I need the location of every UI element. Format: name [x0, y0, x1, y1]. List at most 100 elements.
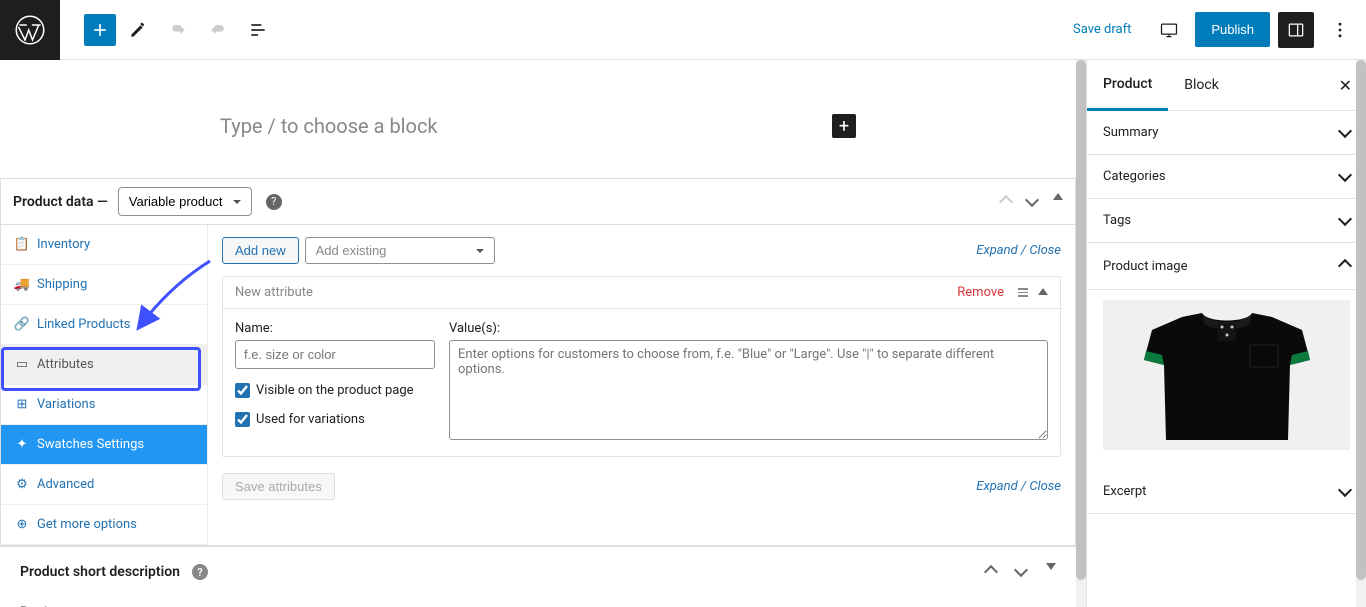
panel-summary[interactable]: Summary — [1087, 111, 1366, 155]
attribute-name-input[interactable] — [235, 340, 435, 369]
attributes-panel-bottom: Save attributes Expand / Close — [222, 473, 1061, 500]
attribute-card-header: New attribute Remove — [223, 277, 1060, 309]
scrollbar-thumb[interactable] — [1356, 60, 1366, 580]
panel-excerpt[interactable]: Excerpt — [1087, 470, 1366, 514]
attribute-title: New attribute — [235, 285, 313, 300]
move-up-icon[interactable] — [986, 563, 996, 581]
publish-button[interactable]: Publish — [1195, 12, 1270, 47]
bottom-product-label: Product — [0, 597, 1076, 607]
variations-checkbox-row[interactable]: Used for variations — [235, 412, 435, 427]
toolbar-right: Save draft Publish — [1061, 12, 1366, 48]
swatches-icon: ✦ — [15, 437, 29, 452]
chevron-down-icon — [1340, 125, 1350, 140]
short-description-header: Product short description ? — [0, 546, 1076, 597]
scrollbar-thumb[interactable] — [1076, 60, 1086, 580]
name-label: Name: — [235, 321, 435, 336]
outline-icon[interactable] — [240, 12, 276, 48]
help-icon[interactable]: ? — [266, 194, 282, 210]
drag-handle-icon[interactable] — [1018, 288, 1028, 297]
product-data-tabs: 📋Inventory 🚚Shipping 🔗Linked Products ▭A… — [1, 225, 208, 545]
values-label: Value(s): — [449, 321, 1048, 336]
shirt-image — [1132, 305, 1322, 445]
tab-shipping[interactable]: 🚚Shipping — [1, 265, 207, 305]
chevron-down-icon — [1340, 169, 1350, 184]
help-icon[interactable]: ? — [192, 564, 208, 580]
add-new-attribute-button[interactable]: Add new — [222, 237, 299, 264]
variations-icon: ⊞ — [15, 397, 29, 412]
product-data-label: Product data — — [13, 194, 108, 210]
expand-close-link-bottom[interactable]: Expand / Close — [976, 479, 1061, 494]
sidebar-tabs: Product Block ✕ — [1087, 60, 1366, 111]
product-data-body: 📋Inventory 🚚Shipping 🔗Linked Products ▭A… — [1, 225, 1075, 545]
expand-close-link[interactable]: Expand / Close — [976, 243, 1061, 258]
move-down-icon[interactable] — [1016, 563, 1026, 581]
tab-advanced[interactable]: ⚙Advanced — [1, 465, 207, 505]
tab-more-options[interactable]: ⊕Get more options — [1, 505, 207, 545]
move-down-icon[interactable] — [1027, 193, 1037, 211]
panel-toggle-icon[interactable] — [1278, 12, 1314, 48]
attributes-panel-top: Add new Add existing Expand / Close — [222, 237, 1061, 264]
sidebar-tab-product[interactable]: Product — [1087, 60, 1168, 111]
attribute-values-textarea[interactable] — [449, 340, 1048, 440]
collapse-attr-icon[interactable] — [1038, 288, 1048, 295]
product-image-thumbnail[interactable] — [1103, 300, 1350, 450]
tab-swatches[interactable]: ✦Swatches Settings — [1, 425, 207, 465]
tab-linked-products[interactable]: 🔗Linked Products — [1, 305, 207, 345]
remove-attribute-button[interactable]: Remove — [957, 285, 1004, 300]
move-up-icon[interactable] — [1001, 193, 1011, 211]
save-draft-button[interactable]: Save draft — [1061, 14, 1143, 45]
advanced-icon: ⚙ — [15, 477, 29, 492]
visible-checkbox-row[interactable]: Visible on the product page — [235, 383, 435, 398]
block-placeholder[interactable]: Type / to choose a block — [220, 114, 832, 138]
attribute-body: Name: Visible on the product page Used f… — [223, 309, 1060, 456]
more-icon: ⊕ — [15, 517, 29, 532]
sidebar-scrollbar[interactable] — [1356, 60, 1366, 607]
short-desc-controls — [986, 563, 1056, 581]
tab-inventory[interactable]: 📋Inventory — [1, 225, 207, 265]
visible-checkbox[interactable] — [235, 383, 250, 398]
top-toolbar: Save draft Publish — [0, 0, 1366, 60]
settings-sidebar: Product Block ✕ Summary Categories Tags … — [1086, 60, 1366, 607]
add-block-button[interactable] — [84, 14, 116, 46]
short-desc-label: Product short description — [20, 564, 180, 580]
panel-categories[interactable]: Categories — [1087, 155, 1366, 199]
layout: Type / to choose a block + Product data … — [0, 60, 1366, 607]
product-type-select[interactable]: Variable product — [118, 187, 252, 216]
attributes-panel: Add new Add existing Expand / Close New … — [208, 225, 1075, 545]
tab-variations[interactable]: ⊞Variations — [1, 385, 207, 425]
panel-product-image[interactable]: Product image — [1087, 243, 1366, 290]
editor-scrollbar[interactable] — [1076, 60, 1086, 607]
options-icon[interactable] — [1322, 12, 1358, 48]
attributes-icon: ▭ — [15, 357, 29, 372]
inventory-icon: 📋 — [15, 237, 29, 252]
edit-icon[interactable] — [120, 12, 156, 48]
attribute-right: Value(s): — [449, 321, 1048, 444]
preview-icon[interactable] — [1151, 12, 1187, 48]
link-icon: 🔗 — [15, 317, 29, 332]
editor: Type / to choose a block + Product data … — [0, 60, 1086, 607]
chevron-down-icon — [1340, 213, 1350, 228]
product-image-body — [1087, 290, 1366, 470]
block-placeholder-row: Type / to choose a block + — [0, 60, 1076, 178]
chevron-down-icon — [1340, 484, 1350, 499]
attribute-card: New attribute Remove Name: Visib — [222, 276, 1061, 457]
add-block-inline-button[interactable]: + — [832, 114, 856, 138]
toolbar-left — [0, 0, 276, 59]
panel-controls — [1001, 193, 1063, 211]
undo-icon — [160, 12, 196, 48]
chevron-up-icon — [1340, 257, 1350, 275]
panel-tags[interactable]: Tags — [1087, 199, 1366, 243]
tab-attributes[interactable]: ▭Attributes — [1, 345, 207, 385]
attribute-left: Name: Visible on the product page Used f… — [235, 321, 435, 444]
sidebar-tab-block[interactable]: Block — [1168, 61, 1235, 109]
add-existing-select[interactable]: Add existing — [305, 237, 495, 264]
save-attributes-button: Save attributes — [222, 473, 335, 500]
variations-checkbox[interactable] — [235, 412, 250, 427]
product-data-header: Product data — Variable product ? — [1, 179, 1075, 225]
wp-logo[interactable] — [0, 0, 60, 60]
attribute-header-icons — [1018, 288, 1048, 297]
expand-icon[interactable] — [1046, 563, 1056, 570]
shipping-icon: 🚚 — [15, 277, 29, 292]
redo-icon — [200, 12, 236, 48]
collapse-icon[interactable] — [1053, 193, 1063, 200]
